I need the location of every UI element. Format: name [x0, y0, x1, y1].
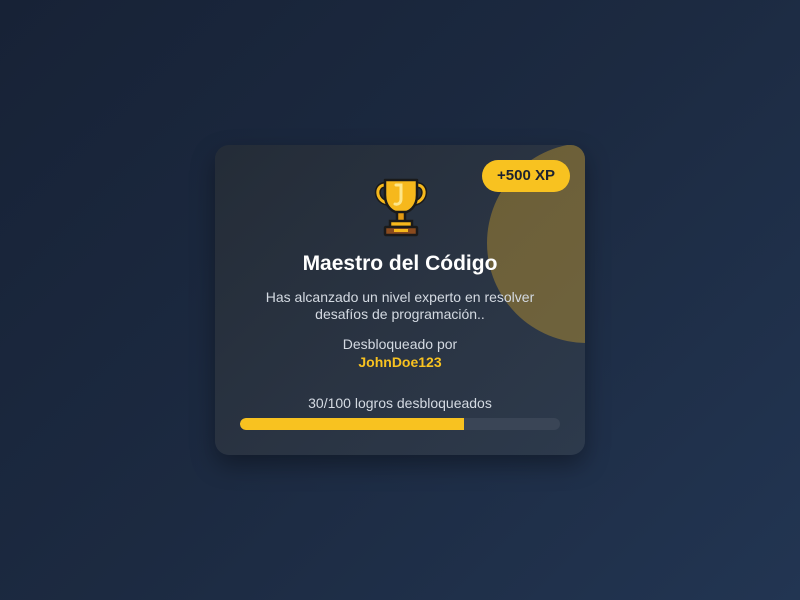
progress-bar [240, 418, 560, 430]
achievement-description: Has alcanzado un nivel experto en resolv… [265, 289, 535, 322]
achievement-card: +500 XP Maestro del Código Has alcanzado… [215, 145, 585, 455]
progress-bar-fill [240, 418, 464, 430]
unlocked-by-label: Desbloqueado por [342, 336, 458, 352]
achievement-title: Maestro del Código [302, 252, 498, 275]
trophy-icon [374, 178, 428, 237]
username[interactable]: JohnDoe123 [215, 354, 585, 370]
progress-text: 30/100 logros desbloqueados [308, 395, 492, 411]
xp-badge: +500 XP [482, 160, 570, 192]
